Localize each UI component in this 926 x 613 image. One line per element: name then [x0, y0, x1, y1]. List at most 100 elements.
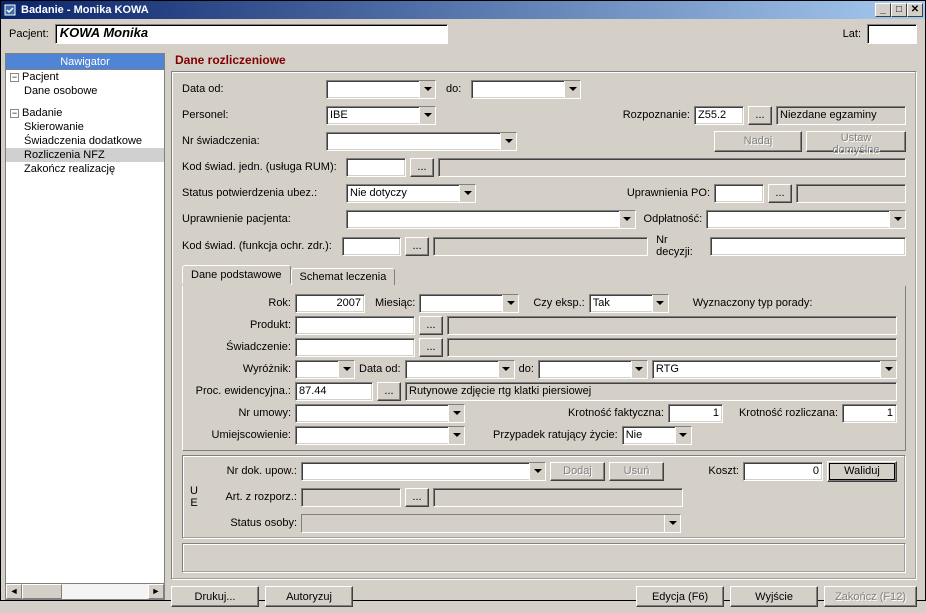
chevron-down-icon[interactable]	[529, 463, 545, 480]
patient-age-field[interactable]	[867, 24, 917, 44]
chevron-down-icon[interactable]	[500, 133, 516, 150]
input-rozpoznanie-code[interactable]: Z55.2	[694, 106, 744, 125]
input-swiadczenie[interactable]	[295, 338, 415, 357]
input-status-osoby[interactable]	[301, 514, 681, 533]
chevron-down-icon[interactable]	[880, 361, 896, 378]
label-do: do:	[446, 83, 461, 95]
chevron-down-icon[interactable]	[502, 295, 518, 312]
input-rtg[interactable]: RTG	[652, 360, 897, 379]
chevron-down-icon[interactable]	[564, 81, 580, 98]
kod-swiad-jedn-desc	[438, 158, 906, 177]
kod-swiad-funkcja-lookup-button[interactable]: ...	[405, 237, 429, 256]
uprawnienia-po-lookup-button[interactable]: ...	[768, 184, 792, 203]
input-produkt[interactable]	[295, 316, 415, 335]
input-tab-do[interactable]	[538, 360, 648, 379]
input-rok[interactable]: 2007	[295, 294, 365, 313]
chevron-down-icon[interactable]	[498, 361, 514, 378]
scroll-thumb[interactable]	[22, 584, 62, 599]
input-odplatnosc[interactable]	[706, 210, 906, 229]
produkt-desc	[447, 316, 897, 335]
maximize-button[interactable]: □	[891, 3, 907, 17]
tree-item-dane-osobowe[interactable]: Dane osobowe	[6, 84, 164, 98]
input-tab-data-od[interactable]	[405, 360, 515, 379]
zakoncz-button: Zakończ (F12)	[824, 586, 917, 607]
navigator-tree[interactable]: −Pacjent Dane osobowe −Badanie Skierowan…	[5, 70, 165, 584]
input-czy-eksp[interactable]: Tak	[589, 294, 669, 313]
scroll-left-button[interactable]: ◄	[6, 584, 22, 599]
label-kod-swiad-funkcja: Kod świad. (funkcja ochr. zdr.):	[182, 240, 338, 252]
input-umiejsc[interactable]	[295, 426, 465, 445]
tree-item-rozliczenia-nfz[interactable]: Rozliczenia NFZ	[6, 148, 164, 162]
ustaw-domyslne-button: Ustaw domyślne	[806, 131, 906, 152]
edycja-button[interactable]: Edycja (F6)	[636, 586, 724, 607]
swiadczenie-lookup-button[interactable]: ...	[419, 338, 443, 357]
label-kod-swiad-jedn: Kod świad. jedn. (usługa RUM):	[182, 161, 342, 173]
tab-schemat-leczenia[interactable]: Schemat leczenia	[291, 268, 396, 285]
nav-h-scrollbar[interactable]: ◄ ►	[5, 584, 165, 600]
proc-ewid-lookup-button[interactable]: ...	[377, 382, 401, 401]
input-proc-ewid-code[interactable]: 87.44	[295, 382, 373, 401]
input-rozpoznanie-desc: Niezdane egzaminy	[776, 106, 906, 125]
label-personel: Personel:	[182, 109, 322, 121]
tree-item-swiadczenia-dodatkowe[interactable]: Świadczenia dodatkowe	[6, 134, 164, 148]
produkt-lookup-button[interactable]: ...	[419, 316, 443, 335]
chevron-down-icon[interactable]	[448, 427, 464, 444]
chevron-down-icon[interactable]	[448, 405, 464, 422]
tree-group-badanie[interactable]: −Badanie	[6, 106, 164, 120]
tree-group-pacjent[interactable]: −Pacjent	[6, 70, 164, 84]
ue-section: U E Nr dok. upow.: Dodaj Usuń Koszt: 0	[182, 455, 906, 539]
close-button[interactable]: ✕	[907, 3, 923, 17]
rozpoznanie-lookup-button[interactable]: ...	[748, 106, 772, 125]
chevron-down-icon[interactable]	[889, 211, 905, 228]
art-lookup-button[interactable]: ...	[405, 488, 429, 507]
input-personel[interactable]: IBE	[326, 106, 436, 125]
input-wyroznik[interactable]	[295, 360, 355, 379]
input-krot-fakt[interactable]: 1	[668, 404, 723, 423]
input-nr-decyzji[interactable]	[710, 237, 906, 256]
patient-name-field[interactable]: KOWA Monika	[55, 24, 448, 44]
input-nr-umowy[interactable]	[295, 404, 465, 423]
input-koszt[interactable]: 0	[743, 462, 823, 481]
scroll-right-button[interactable]: ►	[148, 584, 164, 599]
input-miesiac[interactable]	[419, 294, 519, 313]
chevron-down-icon[interactable]	[459, 185, 475, 202]
chevron-down-icon[interactable]	[652, 295, 668, 312]
autoryzuj-button[interactable]: Autoryzuj	[265, 586, 353, 607]
input-przypadek[interactable]: Nie	[622, 426, 692, 445]
chevron-down-icon[interactable]	[419, 81, 435, 98]
patient-label: Pacjent:	[9, 28, 49, 40]
collapse-icon[interactable]: −	[10, 73, 19, 82]
chevron-down-icon[interactable]	[419, 107, 435, 124]
input-nr-swiadczenia[interactable]	[326, 132, 517, 151]
waliduj-button[interactable]: Waliduj	[827, 461, 897, 482]
navigator-header: Nawigator	[5, 53, 165, 70]
tab-dane-podstawowe[interactable]: Dane podstawowe	[182, 265, 291, 284]
chevron-down-icon[interactable]	[664, 515, 680, 532]
app-window: Badanie - Monika KOWA _ □ ✕ Pacjent: KOW…	[0, 0, 926, 601]
wyjscie-button[interactable]: Wyjście	[730, 586, 818, 607]
input-do[interactable]	[471, 80, 581, 99]
kod-swiad-jedn-lookup-button[interactable]: ...	[410, 158, 434, 177]
input-uprawnienie-pacjenta[interactable]	[346, 210, 636, 229]
chevron-down-icon[interactable]	[675, 427, 691, 444]
chevron-down-icon[interactable]	[338, 361, 354, 378]
input-status-potw[interactable]: Nie dotyczy	[346, 184, 476, 203]
collapse-icon[interactable]: −	[10, 109, 19, 118]
tree-item-zakoncz-realizacje[interactable]: Zakończ realizację	[6, 162, 164, 176]
nadaj-button: Nadaj	[714, 131, 802, 152]
input-data-od[interactable]	[326, 80, 436, 99]
input-nr-dok[interactable]	[301, 462, 546, 481]
tree-item-skierowanie[interactable]: Skierowanie	[6, 120, 164, 134]
input-uprawnienia-po[interactable]	[714, 184, 764, 203]
drukuj-button[interactable]: Drukuj...	[171, 586, 259, 607]
chevron-down-icon[interactable]	[631, 361, 647, 378]
input-kod-swiad-jedn[interactable]	[346, 158, 406, 177]
input-kod-swiad-funkcja[interactable]	[342, 237, 401, 256]
swiadczenie-desc	[447, 338, 897, 357]
label-uprawnienie-pacjenta: Uprawnienie pacjenta:	[182, 213, 342, 225]
chevron-down-icon[interactable]	[619, 211, 635, 228]
proc-ewid-desc: Rutynowe zdjęcie rtg klatki piersiowej	[405, 382, 897, 401]
input-krot-rozl[interactable]: 1	[842, 404, 897, 423]
patient-bar: Pacjent: KOWA Monika Lat:	[1, 19, 925, 49]
minimize-button[interactable]: _	[875, 3, 891, 17]
